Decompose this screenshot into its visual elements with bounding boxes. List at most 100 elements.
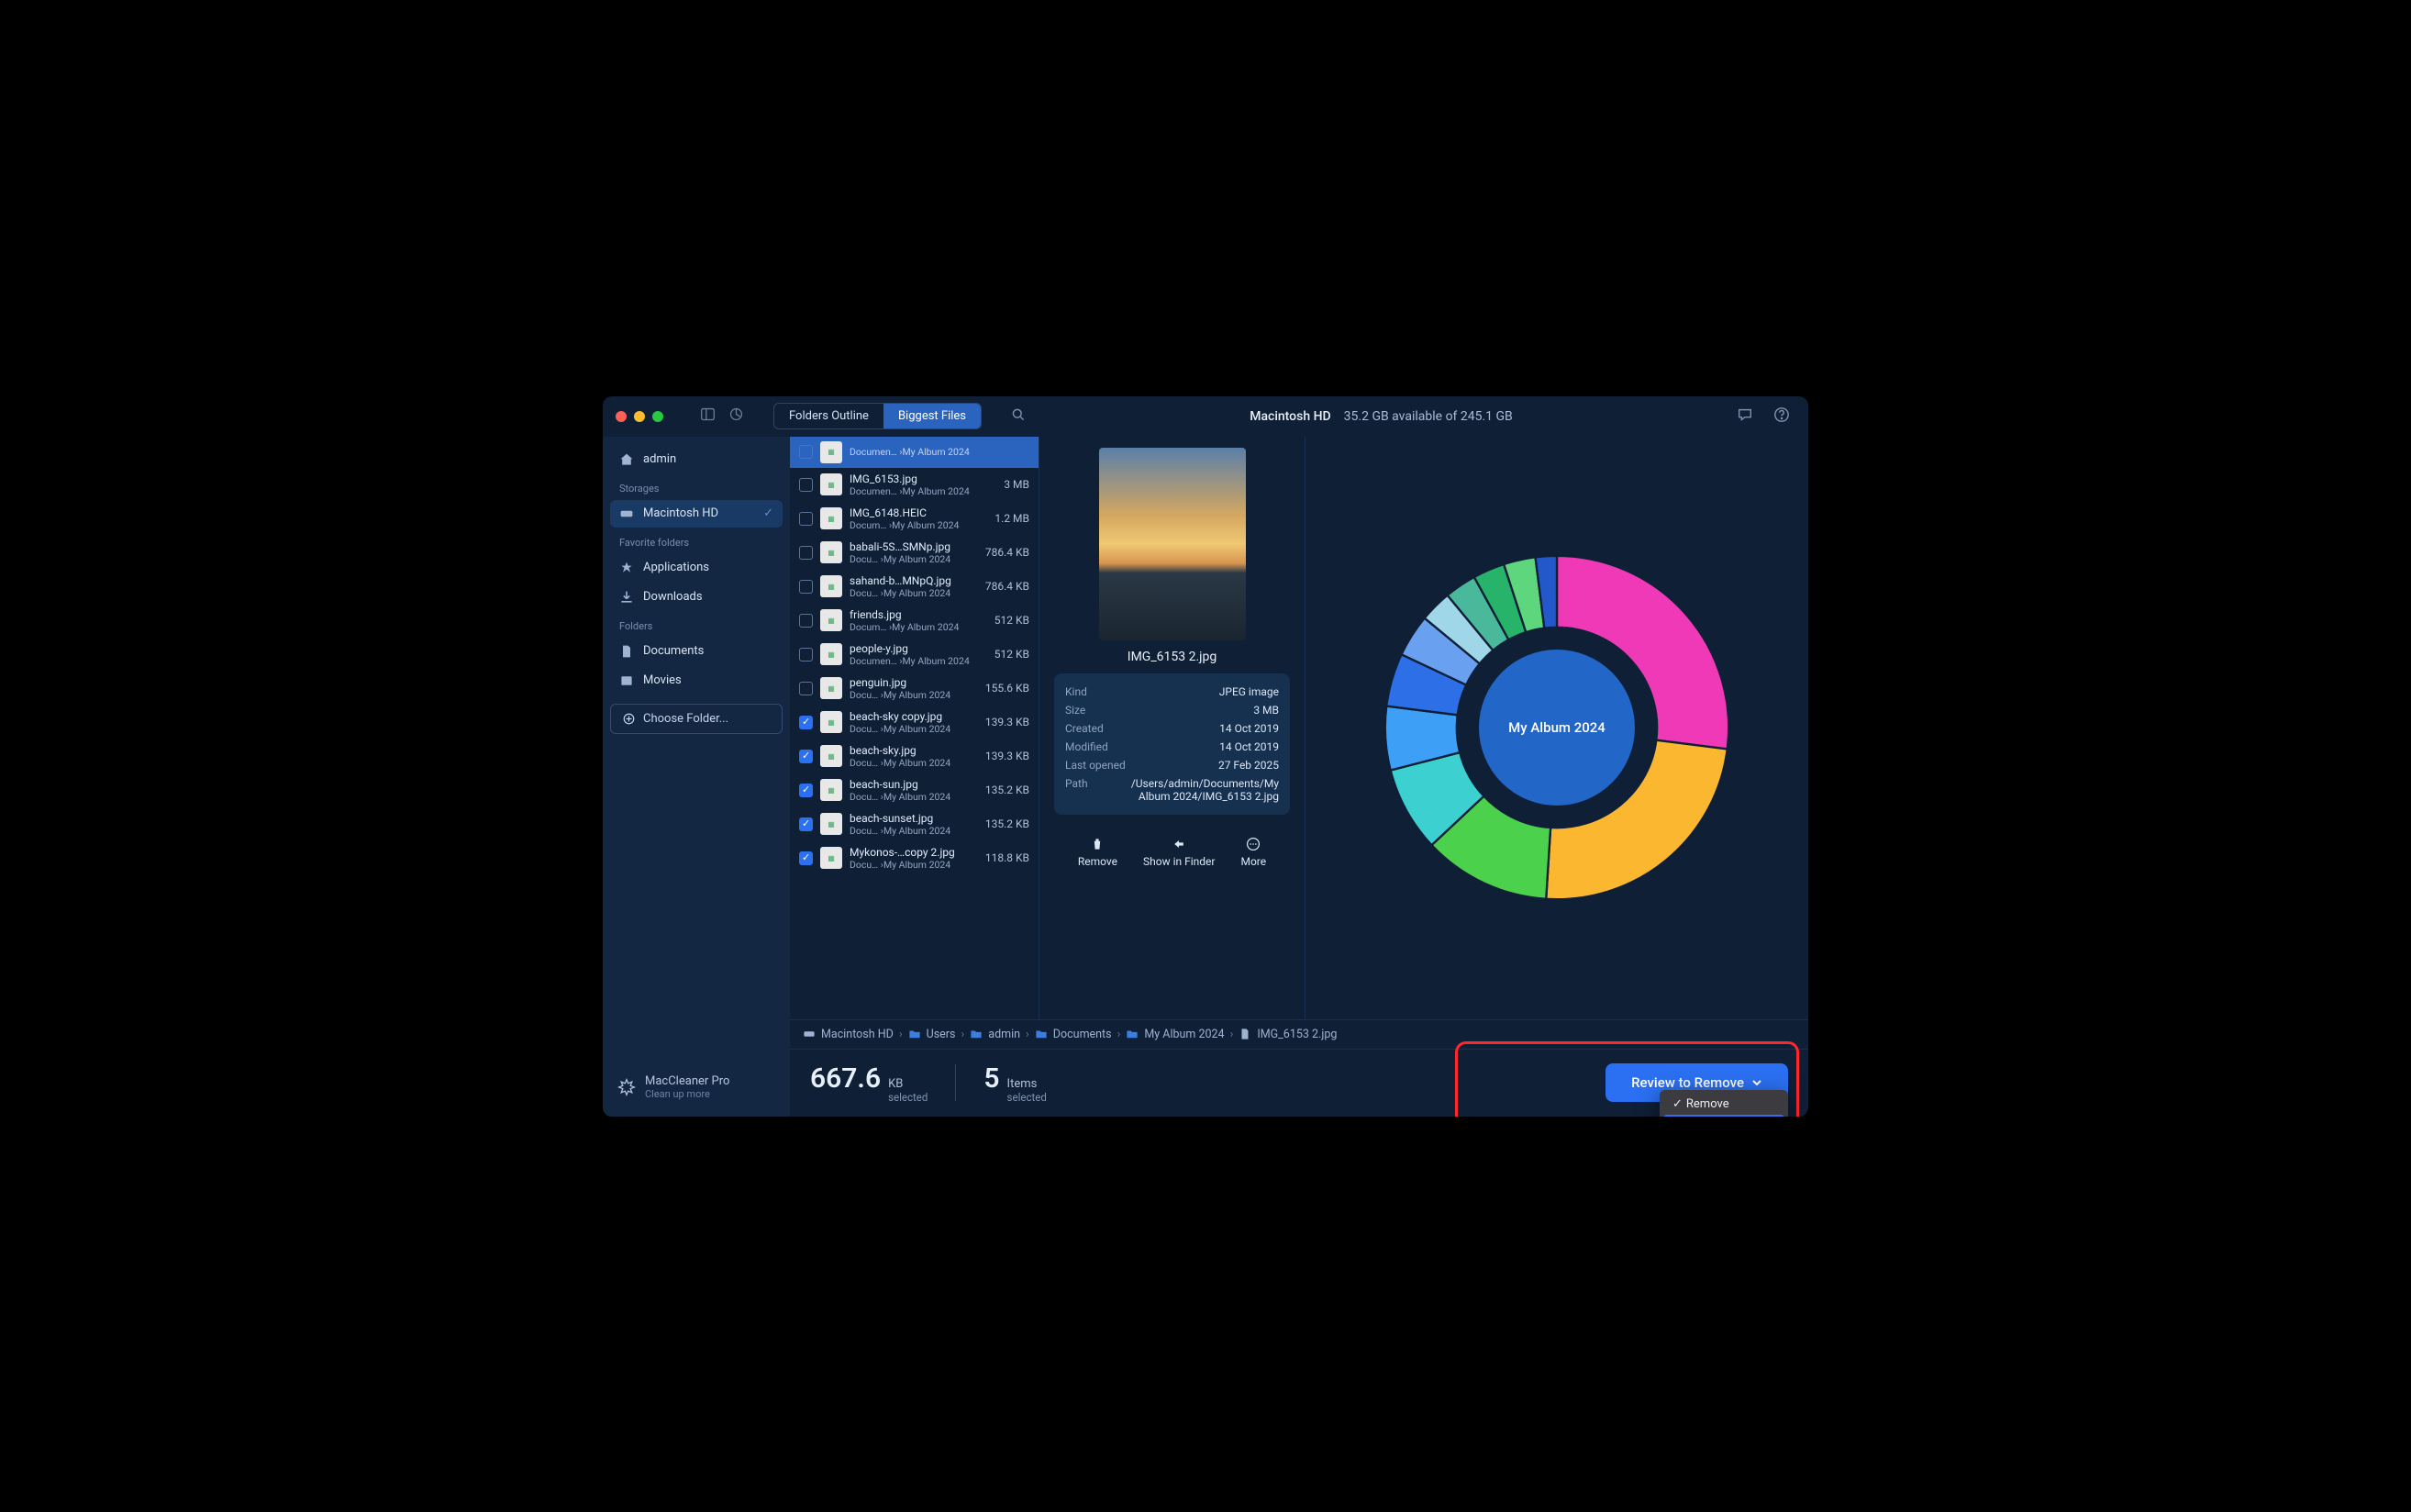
file-row[interactable]: ▦ Documen… ›My Album 2024	[790, 437, 1039, 468]
file-row[interactable]: ▦ sahand-b…MNpQ.jpg Docu… ›My Album 2024…	[790, 570, 1039, 604]
selected-count: 5 Itemsselected	[983, 1062, 1046, 1104]
file-name: IMG_6148.HEIC	[850, 506, 983, 519]
breadcrumb-segment[interactable]: Documents	[1053, 1028, 1112, 1041]
help-icon[interactable]	[1773, 406, 1790, 427]
sidebar-storage-macintosh[interactable]: Macintosh HD ✓	[610, 500, 783, 528]
file-name: friends.jpg	[850, 608, 983, 621]
file-name: beach-sunset.jpg	[850, 812, 974, 825]
file-size: 1.2 MB	[994, 512, 1029, 525]
chart-icon[interactable]	[728, 406, 744, 426]
maccleaner-name: MacCleaner Pro	[645, 1074, 729, 1088]
remove-action[interactable]: Remove	[1078, 837, 1117, 868]
file-path: Docu… ›My Album 2024	[850, 587, 974, 599]
sidebar-home-label: admin	[643, 452, 676, 466]
file-checkbox[interactable]	[799, 851, 813, 865]
file-checkbox[interactable]	[799, 614, 813, 628]
file-checkbox[interactable]	[799, 512, 813, 526]
file-row[interactable]: ▦ people-y.jpg Documen… ›My Album 2024 5…	[790, 638, 1039, 672]
file-checkbox[interactable]	[799, 716, 813, 729]
breadcrumb-segment[interactable]: IMG_6153 2.jpg	[1257, 1028, 1337, 1041]
folder-icon	[908, 1028, 921, 1040]
minimize-window[interactable]	[634, 411, 645, 422]
sidebar-fav-hdr: Favorite folders	[610, 529, 783, 552]
breadcrumb-segment[interactable]: My Album 2024	[1144, 1028, 1224, 1041]
footer: 667.6 KBselected 5 Itemsselected Review …	[790, 1049, 1808, 1117]
file-checkbox[interactable]	[799, 648, 813, 662]
file-checkbox[interactable]	[799, 445, 813, 459]
breadcrumb-segment[interactable]: admin	[988, 1028, 1020, 1041]
file-row[interactable]: ▦ beach-sky copy.jpg Docu… ›My Album 202…	[790, 706, 1039, 739]
donut-slice[interactable]	[1557, 556, 1728, 750]
tab-biggest-files[interactable]: Biggest Files	[883, 404, 981, 428]
file-row[interactable]: ▦ IMG_6148.HEIC Docum… ›My Album 2024 1.…	[790, 502, 1039, 536]
file-thumb-icon: ▦	[820, 847, 842, 869]
sidebar-documents[interactable]: Documents	[610, 638, 783, 665]
donut-slice[interactable]	[1546, 740, 1727, 900]
maccleaner-pro-link[interactable]: MacCleaner Pro Clean up more	[610, 1067, 783, 1107]
sel-count-unit: Items	[1007, 1077, 1047, 1091]
file-row[interactable]: ▦ penguin.jpg Docu… ›My Album 2024 155.6…	[790, 672, 1039, 706]
file-row[interactable]: ▦ friends.jpg Docum… ›My Album 2024 512 …	[790, 604, 1039, 638]
disk-status: 35.2 GB available of 245.1 GB	[1344, 409, 1513, 424]
zoom-window[interactable]	[652, 411, 663, 422]
sidebar-movies[interactable]: Movies	[610, 667, 783, 695]
menu-remove[interactable]: ✓Remove	[1663, 1094, 1784, 1115]
file-name: beach-sky.jpg	[850, 744, 974, 757]
sidebar: admin Storages Macintosh HD ✓ Favorite f…	[603, 437, 790, 1117]
close-window[interactable]	[616, 411, 627, 422]
breadcrumb-segment[interactable]: Users	[927, 1028, 956, 1041]
file-row[interactable]: ▦ Mykonos-…copy 2.jpg Docu… ›My Album 20…	[790, 841, 1039, 875]
file-thumb-icon: ▦	[820, 507, 842, 529]
file-checkbox[interactable]	[799, 784, 813, 797]
titlebar: Folders Outline Biggest Files Macintosh …	[603, 396, 1808, 437]
sidebar-home[interactable]: admin	[610, 446, 783, 473]
search-icon[interactable]	[1011, 407, 1026, 426]
more-action[interactable]: More	[1240, 837, 1266, 868]
sel-size-unit: KB	[888, 1077, 928, 1091]
breadcrumb-sep: ›	[1117, 1028, 1121, 1041]
preview-image	[1099, 448, 1246, 640]
donut-chart[interactable]: My Album 2024	[1378, 549, 1736, 906]
file-row[interactable]: ▦ IMG_6153.jpg Documen… ›My Album 2024 3…	[790, 468, 1039, 502]
file-path: Docu… ›My Album 2024	[850, 553, 974, 565]
preview-filename: IMG_6153 2.jpg	[1128, 650, 1217, 664]
meta-kind-label: Kind	[1065, 685, 1087, 698]
sidebar-applications[interactable]: Applications	[610, 554, 783, 582]
tab-folders-outline[interactable]: Folders Outline	[774, 404, 883, 428]
disk-info: Macintosh HD 35.2 GB available of 245.1 …	[1250, 409, 1513, 424]
file-size: 155.6 KB	[985, 682, 1029, 695]
breadcrumb-sep: ›	[1026, 1028, 1029, 1041]
file-name: penguin.jpg	[850, 676, 974, 689]
file-checkbox[interactable]	[799, 682, 813, 695]
file-list[interactable]: ▦ Documen… ›My Album 2024 ▦ IMG_6153.jpg…	[790, 437, 1039, 1019]
folder-icon	[803, 1028, 816, 1040]
sidebar-toggle-icon[interactable]	[700, 406, 716, 426]
file-row[interactable]: ▦ babali-5S…SMNp.jpg Docu… ›My Album 202…	[790, 536, 1039, 570]
file-checkbox[interactable]	[799, 546, 813, 560]
file-row[interactable]: ▦ beach-sunset.jpg Docu… ›My Album 2024 …	[790, 807, 1039, 841]
file-name: beach-sun.jpg	[850, 778, 974, 791]
menu-move-to-folder[interactable]: Move to Folder...	[1663, 1115, 1784, 1117]
breadcrumb-segment[interactable]: Macintosh HD	[821, 1028, 894, 1041]
file-thumb-icon: ▦	[820, 745, 842, 767]
file-size: 3 MB	[1004, 478, 1029, 491]
file-checkbox[interactable]	[799, 817, 813, 831]
file-checkbox[interactable]	[799, 580, 813, 594]
file-checkbox[interactable]	[799, 750, 813, 763]
file-path: Docu… ›My Album 2024	[850, 757, 974, 769]
file-name: beach-sky copy.jpg	[850, 710, 974, 723]
meta-kind-value: JPEG image	[1219, 685, 1279, 698]
sidebar-storages-hdr: Storages	[610, 475, 783, 498]
sidebar-downloads[interactable]: Downloads	[610, 584, 783, 611]
file-row[interactable]: ▦ beach-sun.jpg Docu… ›My Album 2024 135…	[790, 773, 1039, 807]
file-name: babali-5S…SMNp.jpg	[850, 540, 974, 553]
file-icon	[1239, 1028, 1251, 1040]
chevron-down-icon	[1751, 1077, 1762, 1088]
show-in-finder-action[interactable]: Show in Finder	[1143, 837, 1215, 868]
file-row[interactable]: ▦ beach-sky.jpg Docu… ›My Album 2024 139…	[790, 739, 1039, 773]
file-checkbox[interactable]	[799, 478, 813, 492]
feedback-icon[interactable]	[1737, 406, 1753, 427]
choose-folder-button[interactable]: Choose Folder...	[610, 704, 783, 734]
file-path: Docu… ›My Album 2024	[850, 791, 974, 803]
sidebar-storage-label: Macintosh HD	[643, 506, 718, 520]
